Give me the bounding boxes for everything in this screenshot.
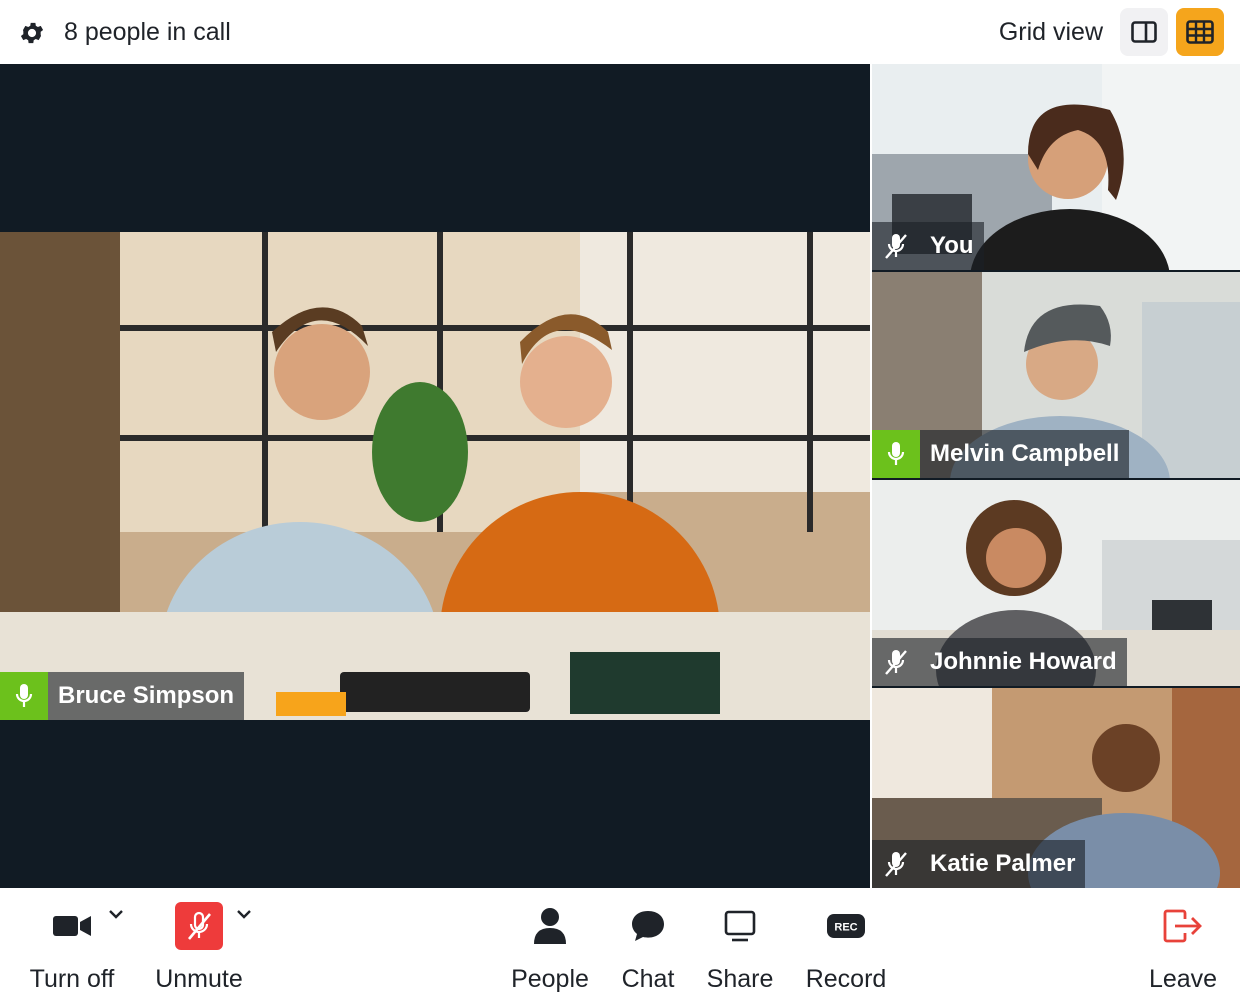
mic-on-icon (0, 672, 48, 720)
rec-badge-text: REC (834, 922, 857, 934)
unmute-label: Unmute (155, 965, 243, 993)
people-button[interactable]: People (508, 888, 592, 1000)
participant-sidebar: You Melvin Campbell Johnnie Howard Katie… (872, 64, 1240, 888)
participant-tile-you[interactable]: You (872, 64, 1240, 270)
participant-tile-katie-palmer[interactable]: Katie Palmer (872, 688, 1240, 888)
people-label: People (511, 965, 589, 993)
share-screen-button[interactable]: Share (704, 888, 776, 1000)
sidebar-view-button[interactable] (1120, 8, 1168, 56)
mic-off-icon (872, 840, 920, 888)
person-icon (534, 908, 566, 944)
camera-options-chevron-icon[interactable] (106, 904, 126, 924)
control-bar: Turn off Unmute People Chat Share REC Re… (0, 888, 1240, 1000)
share-label: Share (706, 965, 774, 993)
participant-name: Melvin Campbell (930, 440, 1120, 467)
participant-name: Katie Palmer (930, 850, 1076, 877)
view-mode-label: Grid view (998, 18, 1103, 46)
mic-options-chevron-icon[interactable] (234, 904, 254, 924)
mic-off-icon (872, 638, 920, 686)
main-stage: Bruce Simpson (0, 64, 870, 888)
turn-off-camera-button[interactable]: Turn off (26, 888, 118, 1000)
main-speaker-video[interactable]: Bruce Simpson (0, 232, 870, 720)
main-speaker-photo (0, 232, 870, 720)
sidebar-layout-icon (1131, 21, 1157, 43)
chat-button[interactable]: Chat (614, 888, 682, 1000)
leave-call-button[interactable]: Leave (1144, 888, 1222, 1000)
record-button[interactable]: REC Record (802, 888, 890, 1000)
participant-tile-johnnie-howard[interactable]: Johnnie Howard (872, 480, 1240, 686)
grid-layout-icon (1186, 20, 1214, 44)
participant-tile-melvin-campbell[interactable]: Melvin Campbell (872, 272, 1240, 478)
participant-nametag: Johnnie Howard (872, 638, 1127, 686)
exit-door-icon (1163, 909, 1202, 943)
participant-nametag: Melvin Campbell (872, 430, 1130, 478)
participant-name: You (930, 232, 974, 259)
participant-name: Bruce Simpson (58, 682, 235, 709)
participant-name: Johnnie Howard (930, 648, 1117, 675)
mic-on-icon (872, 430, 920, 478)
settings-gear-icon[interactable] (18, 19, 46, 47)
record-label: Record (805, 965, 887, 993)
leave-label: Leave (1148, 965, 1218, 993)
chat-bubble-icon (632, 911, 664, 941)
people-count: 8 people in call (64, 18, 231, 46)
grid-view-button[interactable] (1176, 8, 1224, 56)
main-speaker-nametag: Bruce Simpson (0, 672, 245, 720)
record-rec-icon: REC (827, 914, 865, 938)
turn-off-label: Turn off (29, 965, 115, 993)
participant-nametag: Katie Palmer (872, 840, 1086, 888)
mic-muted-icon (175, 902, 223, 950)
screen-share-icon (724, 910, 756, 942)
mic-off-icon (872, 222, 920, 270)
chat-label: Chat (621, 965, 675, 993)
top-bar: 8 people in call Grid view (0, 0, 1240, 64)
video-camera-icon (53, 916, 91, 936)
participant-nametag: You (872, 222, 984, 270)
